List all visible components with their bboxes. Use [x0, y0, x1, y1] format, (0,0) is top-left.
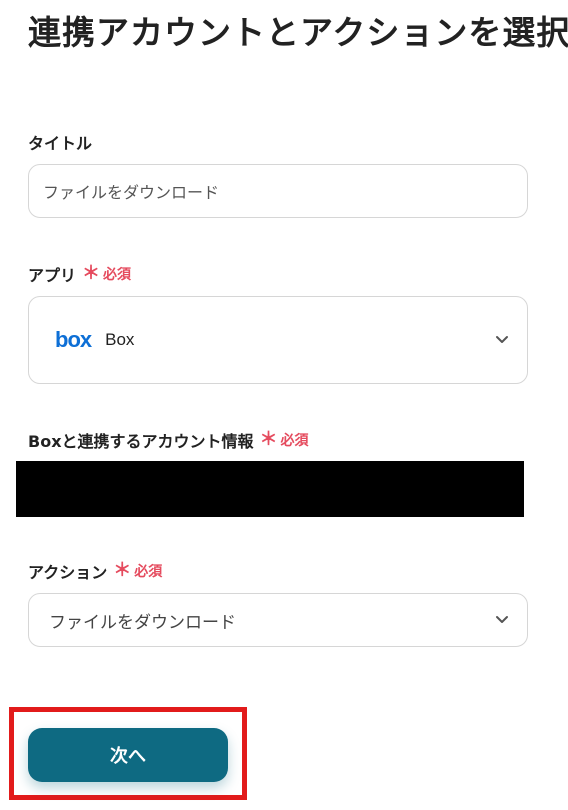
app-select[interactable]: box Box	[28, 296, 528, 384]
app-select-value: Box	[105, 330, 135, 349]
required-badge: ＊ 必須	[82, 264, 131, 284]
action-field-label: アクション ＊ 必須	[28, 559, 162, 583]
title-input-value: ファイルをダウンロード	[43, 183, 220, 202]
title-label-text: タイトル	[28, 134, 93, 153]
action-select-value: ファイルをダウンロード	[49, 612, 236, 633]
app-field-label: アプリ ＊ 必須	[28, 262, 131, 286]
box-logo: box	[55, 327, 92, 352]
title-field-label: タイトル	[28, 130, 92, 154]
required-asterisk: ＊	[82, 263, 101, 284]
account-select-redacted[interactable]	[16, 461, 524, 517]
required-badge: ＊ 必須	[113, 561, 162, 581]
required-badge: ＊ 必須	[260, 430, 309, 450]
title-input[interactable]: ファイルをダウンロード	[28, 164, 528, 218]
required-text: 必須	[280, 433, 309, 449]
chevron-down-icon	[496, 336, 508, 343]
required-asterisk: ＊	[113, 560, 132, 581]
account-field-label: Boxと連携するアカウント情報 ＊ 必須	[28, 428, 309, 452]
required-text: 必須	[134, 564, 163, 580]
action-select[interactable]: ファイルをダウンロード	[28, 593, 528, 647]
required-asterisk: ＊	[259, 429, 278, 450]
chevron-down-icon	[496, 616, 508, 623]
required-text: 必須	[103, 267, 132, 283]
next-button[interactable]: 次へ	[28, 728, 228, 782]
action-label-text: アクション	[28, 563, 108, 582]
page-title: 連携アカウントとアクションを選択	[28, 13, 568, 52]
app-label-text: アプリ	[28, 266, 77, 285]
account-label-text: Boxと連携するアカウント情報	[28, 432, 254, 451]
